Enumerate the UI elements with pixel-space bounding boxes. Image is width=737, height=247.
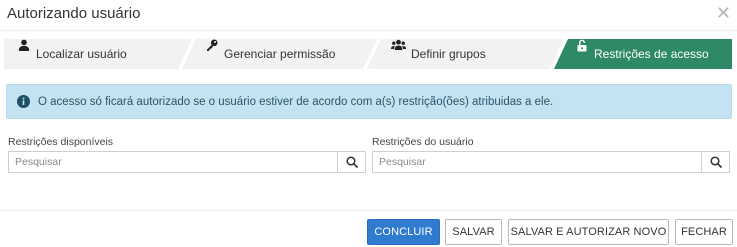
footer-divider xyxy=(0,210,737,211)
modal-header: Autorizando usuário ✕ xyxy=(0,0,737,30)
step-label: Definir grupos xyxy=(411,47,486,61)
users-group-icon xyxy=(391,39,407,61)
close-button[interactable]: FECHAR xyxy=(675,219,733,245)
save-button[interactable]: SALVAR xyxy=(445,219,502,245)
available-restrictions-label: Restrições disponíveis xyxy=(8,136,114,148)
alert-text: O acesso só ficará autorizado se o usuár… xyxy=(38,95,554,108)
step-localizar-usuario[interactable]: Localizar usuário xyxy=(18,39,127,69)
wizard-steps: Localizar usuário Gerenciar permissão De… xyxy=(4,39,732,69)
step-label: Restrições de acesso xyxy=(594,47,709,61)
step-restricoes-de-acesso[interactable]: Restrições de acesso xyxy=(576,39,709,69)
user-icon xyxy=(18,39,32,61)
step-definir-grupos[interactable]: Definir grupos xyxy=(391,39,486,69)
key-icon xyxy=(206,39,220,61)
step-gerenciar-permissao[interactable]: Gerenciar permissão xyxy=(206,39,335,69)
step-label: Gerenciar permissão xyxy=(224,47,336,61)
search-icon[interactable] xyxy=(337,152,365,172)
header-divider xyxy=(0,30,737,31)
modal-title: Autorizando usuário xyxy=(7,5,141,22)
close-icon[interactable]: ✕ xyxy=(716,4,731,22)
save-and-authorize-new-button[interactable]: SALVAR E AUTORIZAR NOVO xyxy=(508,219,669,245)
conclude-button[interactable]: CONCLUIR xyxy=(367,219,440,245)
search-icon[interactable] xyxy=(701,152,729,172)
user-restrictions-label: Restrições do usuário xyxy=(372,136,474,148)
user-restrictions-search-input[interactable] xyxy=(373,152,701,172)
available-restrictions-search xyxy=(8,151,366,173)
user-restrictions-search xyxy=(372,151,730,173)
step-label: Localizar usuário xyxy=(36,47,127,61)
info-icon xyxy=(17,95,30,108)
unlock-icon xyxy=(576,39,590,61)
available-restrictions-search-input[interactable] xyxy=(9,152,337,172)
info-alert: O acesso só ficará autorizado se o usuár… xyxy=(6,84,732,119)
